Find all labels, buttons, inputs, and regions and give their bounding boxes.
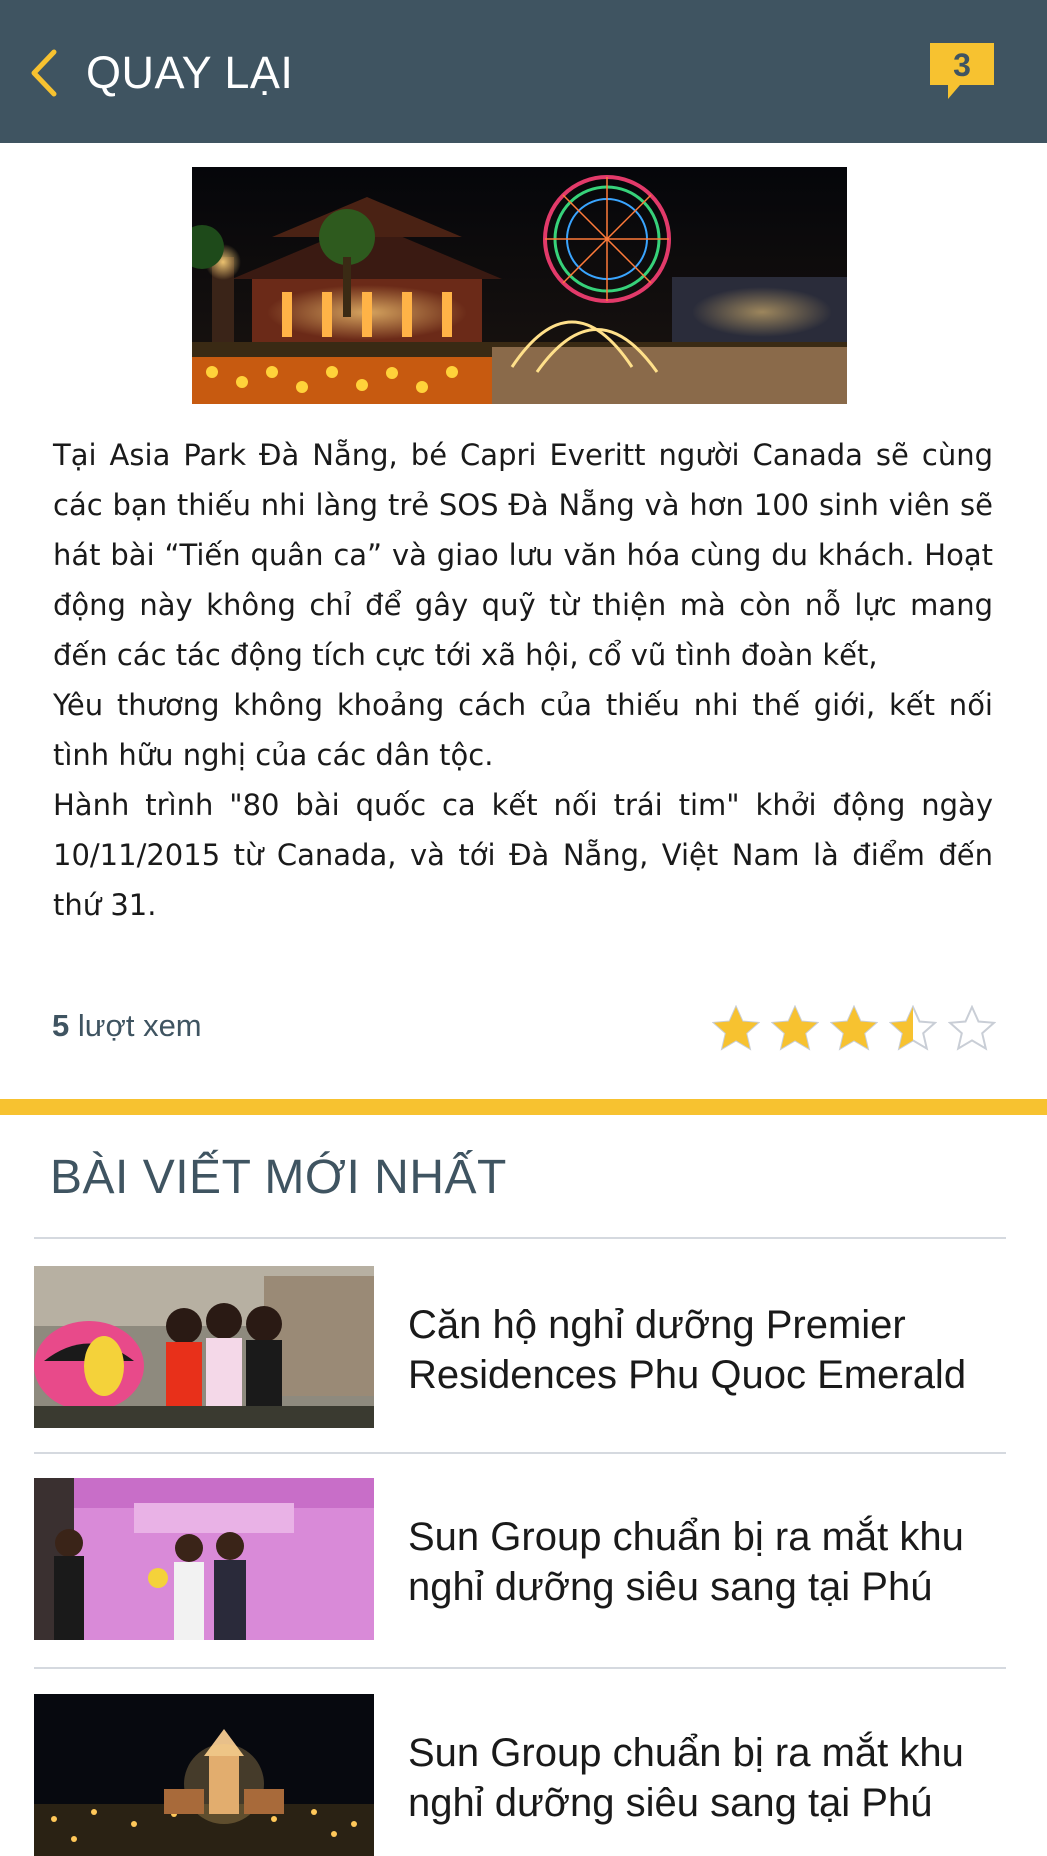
back-label: QUAY LẠI bbox=[86, 47, 294, 98]
star-icon[interactable] bbox=[771, 1005, 819, 1053]
chevron-left-icon bbox=[31, 49, 57, 97]
view-count-label: lượt xem bbox=[77, 1008, 202, 1043]
star-icon[interactable] bbox=[889, 1005, 937, 1053]
star-icon[interactable] bbox=[712, 1005, 760, 1053]
comment-button[interactable]: 3 bbox=[930, 43, 994, 101]
view-count-number: 5 bbox=[52, 1008, 70, 1043]
article-paragraph: Hành trình "80 bài quốc ca kết nối trái … bbox=[53, 788, 993, 922]
star-rating[interactable] bbox=[712, 1005, 996, 1053]
divider bbox=[34, 1237, 1006, 1239]
article-paragraph: Yêu thương không khoảng cách của thiếu n… bbox=[53, 688, 993, 772]
divider bbox=[34, 1452, 1006, 1454]
article-body: Tại Asia Park Đà Nẵng, bé Capri Everitt … bbox=[53, 430, 993, 930]
latest-post-item[interactable]: Căn hộ nghỉ dưỡng Premier Residences Phu… bbox=[34, 1266, 1006, 1428]
star-icon[interactable] bbox=[830, 1005, 878, 1053]
latest-post-item[interactable]: Sun Group chuẩn bị ra mắt khu nghỉ dưỡng… bbox=[34, 1694, 1006, 1856]
post-thumbnail bbox=[34, 1266, 374, 1428]
post-title: Căn hộ nghỉ dưỡng Premier Residences Phu… bbox=[408, 1303, 967, 1397]
latest-posts-heading: BÀI VIẾT MỚI NHẤT bbox=[50, 1151, 507, 1204]
comment-count: 3 bbox=[953, 47, 971, 83]
post-thumbnail bbox=[34, 1694, 374, 1856]
article-paragraph: Tại Asia Park Đà Nẵng, bé Capri Everitt … bbox=[53, 438, 993, 672]
app-header: QUAY LẠI 3 bbox=[0, 0, 1047, 143]
back-button[interactable]: QUAY LẠI bbox=[30, 38, 293, 108]
section-divider bbox=[0, 1099, 1047, 1115]
article-hero-image bbox=[192, 167, 847, 404]
post-title: Sun Group chuẩn bị ra mắt khu nghỉ dưỡng… bbox=[408, 1731, 964, 1825]
divider bbox=[34, 1667, 1006, 1669]
latest-post-item[interactable]: Sun Group chuẩn bị ra mắt khu nghỉ dưỡng… bbox=[34, 1478, 1006, 1640]
post-thumbnail bbox=[34, 1478, 374, 1640]
post-title: Sun Group chuẩn bị ra mắt khu nghỉ dưỡng… bbox=[408, 1515, 964, 1609]
star-icon[interactable] bbox=[948, 1005, 996, 1053]
view-count: 5 lượt xem bbox=[52, 1008, 202, 1044]
